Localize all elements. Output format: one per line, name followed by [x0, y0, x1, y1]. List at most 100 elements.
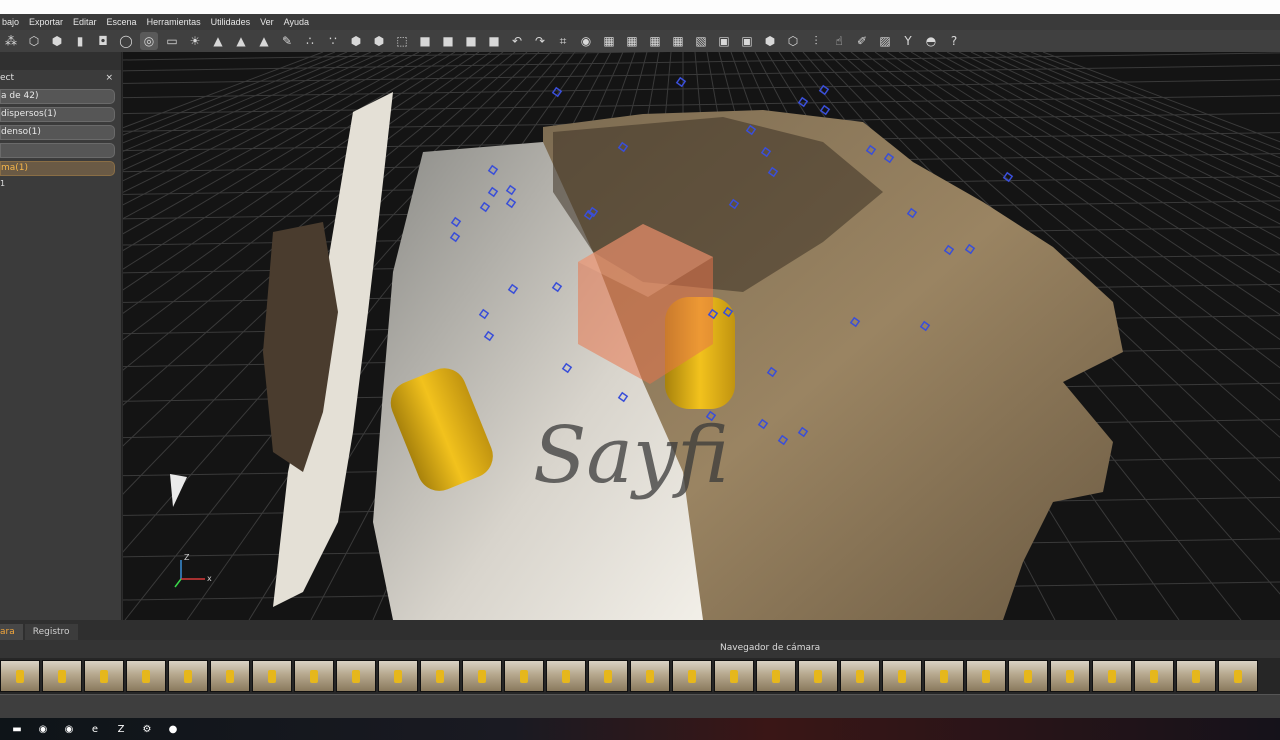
- tree-item-mesh[interactable]: ma(1): [0, 161, 115, 176]
- chrome-icon[interactable]: ◉: [36, 722, 50, 736]
- grid-icon[interactable]: ▦: [623, 32, 641, 50]
- tree-item-sparse-cloud[interactable]: dispersos(1): [0, 107, 115, 122]
- camera-thumbnail[interactable]: [840, 660, 880, 692]
- filezilla-icon[interactable]: Z: [114, 722, 128, 736]
- menu-item[interactable]: Exportar: [29, 17, 63, 27]
- camera-marker[interactable]: [675, 76, 687, 88]
- undo-icon[interactable]: ↶: [508, 32, 526, 50]
- 3d-viewport[interactable]: Sayfi Z x: [123, 52, 1280, 620]
- mask-icon[interactable]: ◓: [922, 32, 940, 50]
- rotate-icon[interactable]: ◯: [117, 32, 135, 50]
- camera-marker[interactable]: [551, 86, 563, 98]
- camera-thumbnail[interactable]: [210, 660, 250, 692]
- grid-icon[interactable]: ▦: [669, 32, 687, 50]
- square-icon[interactable]: ▣: [738, 32, 756, 50]
- camera-thumbnail[interactable]: [546, 660, 586, 692]
- camera-thumbnail[interactable]: [672, 660, 712, 692]
- viewport-scene[interactable]: Sayfi Z x: [123, 52, 1280, 620]
- hexagon-icon[interactable]: ⬢: [761, 32, 779, 50]
- tab-log[interactable]: Registro: [24, 624, 78, 640]
- cube-icon[interactable]: ⬢: [48, 32, 66, 50]
- menu-item[interactable]: Herramientas: [147, 17, 201, 27]
- camera-thumbnail[interactable]: [336, 660, 376, 692]
- help-icon[interactable]: ?: [945, 32, 963, 50]
- camera-thumbnail[interactable]: [714, 660, 754, 692]
- crop-icon[interactable]: ⌗: [554, 32, 572, 50]
- orbit-icon[interactable]: ◎: [140, 32, 158, 50]
- camera-thumbnail[interactable]: [966, 660, 1006, 692]
- hand-icon[interactable]: ☝: [830, 32, 848, 50]
- ruler-icon[interactable]: ▭: [163, 32, 181, 50]
- menu-item[interactable]: Editar: [73, 17, 97, 27]
- camera-thumbnail[interactable]: [1050, 660, 1090, 692]
- camera-thumbnail[interactable]: [504, 660, 544, 692]
- tree-item-dense-cloud[interactable]: denso(1): [0, 125, 115, 140]
- camera-thumbnail[interactable]: [378, 660, 418, 692]
- camera-grid-icon[interactable]: ▧: [692, 32, 710, 50]
- mesh-icon[interactable]: ⁂: [2, 32, 20, 50]
- camera-thumbnail[interactable]: [0, 660, 40, 692]
- ruler-vertical-icon[interactable]: ⫶: [807, 32, 825, 50]
- camera-thumbnail[interactable]: [462, 660, 502, 692]
- mountain-color-icon[interactable]: ▲: [232, 32, 250, 50]
- menu-item[interactable]: Utilidades: [211, 17, 251, 27]
- camera-icon[interactable]: ◘: [94, 32, 112, 50]
- target-icon[interactable]: ◉: [577, 32, 595, 50]
- camera-marker[interactable]: [1002, 171, 1014, 183]
- menu-item[interactable]: bajo: [2, 17, 19, 27]
- mountain-icon[interactable]: ▲: [209, 32, 227, 50]
- camera-thumbnail[interactable]: [798, 660, 838, 692]
- tree-item-empty[interactable]: [0, 143, 115, 158]
- square-icon[interactable]: ■: [439, 32, 457, 50]
- menu-item[interactable]: Ayuda: [284, 17, 309, 27]
- camera-thumbnail[interactable]: [42, 660, 82, 692]
- cube-red-icon[interactable]: ⬢: [370, 32, 388, 50]
- camera-thumbnail[interactable]: [1218, 660, 1258, 692]
- cube-green-icon[interactable]: ⬢: [347, 32, 365, 50]
- tree-item-cameras[interactable]: a de 42): [0, 89, 115, 104]
- cube-outline-icon[interactable]: ⬡: [784, 32, 802, 50]
- menu-item[interactable]: Ver: [260, 17, 274, 27]
- camera-thumbnail[interactable]: [1134, 660, 1174, 692]
- camera-thumbnail[interactable]: [1008, 660, 1048, 692]
- app2-icon[interactable]: ●: [166, 722, 180, 736]
- camera-thumbnail[interactable]: [588, 660, 628, 692]
- wrench-icon[interactable]: Y: [899, 32, 917, 50]
- camera-thumbnail[interactable]: [630, 660, 670, 692]
- camera-thumbnail[interactable]: [168, 660, 208, 692]
- grid-icon[interactable]: ▦: [646, 32, 664, 50]
- square-icon[interactable]: ■: [485, 32, 503, 50]
- camera-thumbnail[interactable]: [1092, 660, 1132, 692]
- points-icon[interactable]: ∴: [301, 32, 319, 50]
- stripes-icon[interactable]: ▨: [876, 32, 894, 50]
- tab-camera[interactable]: ara: [0, 624, 23, 640]
- edge-icon[interactable]: e: [88, 722, 102, 736]
- camera-thumbnail[interactable]: [84, 660, 124, 692]
- points-green-icon[interactable]: ∵: [324, 32, 342, 50]
- camera-thumbnail[interactable]: [126, 660, 166, 692]
- camera-thumbnail[interactable]: [294, 660, 334, 692]
- camera-thumbnail[interactable]: [1176, 660, 1216, 692]
- camera-thumbnail[interactable]: [420, 660, 460, 692]
- app-icon[interactable]: ⚙: [140, 722, 154, 736]
- bulb-icon[interactable]: ☀: [186, 32, 204, 50]
- square-icon[interactable]: ■: [416, 32, 434, 50]
- select-rect-icon[interactable]: ⬚: [393, 32, 411, 50]
- explorer-icon[interactable]: ▬: [10, 722, 24, 736]
- square-icon[interactable]: ■: [462, 32, 480, 50]
- camera-thumbnail-strip[interactable]: [0, 658, 1280, 694]
- camera-thumbnail[interactable]: [924, 660, 964, 692]
- camera-thumbnail[interactable]: [252, 660, 292, 692]
- mountain-red-icon[interactable]: ▲: [255, 32, 273, 50]
- redo-icon[interactable]: ↷: [531, 32, 549, 50]
- cube-icon[interactable]: ⬡: [25, 32, 43, 50]
- paint-icon[interactable]: ✐: [853, 32, 871, 50]
- tree-sub-item[interactable]: 1: [0, 179, 121, 188]
- menu-item[interactable]: Escena: [107, 17, 137, 27]
- firefox-icon[interactable]: ◉: [62, 722, 76, 736]
- camera-thumbnail[interactable]: [882, 660, 922, 692]
- square-icon[interactable]: ▣: [715, 32, 733, 50]
- brush-icon[interactable]: ✎: [278, 32, 296, 50]
- grid-icon[interactable]: ▦: [600, 32, 618, 50]
- close-icon[interactable]: ×: [105, 73, 113, 83]
